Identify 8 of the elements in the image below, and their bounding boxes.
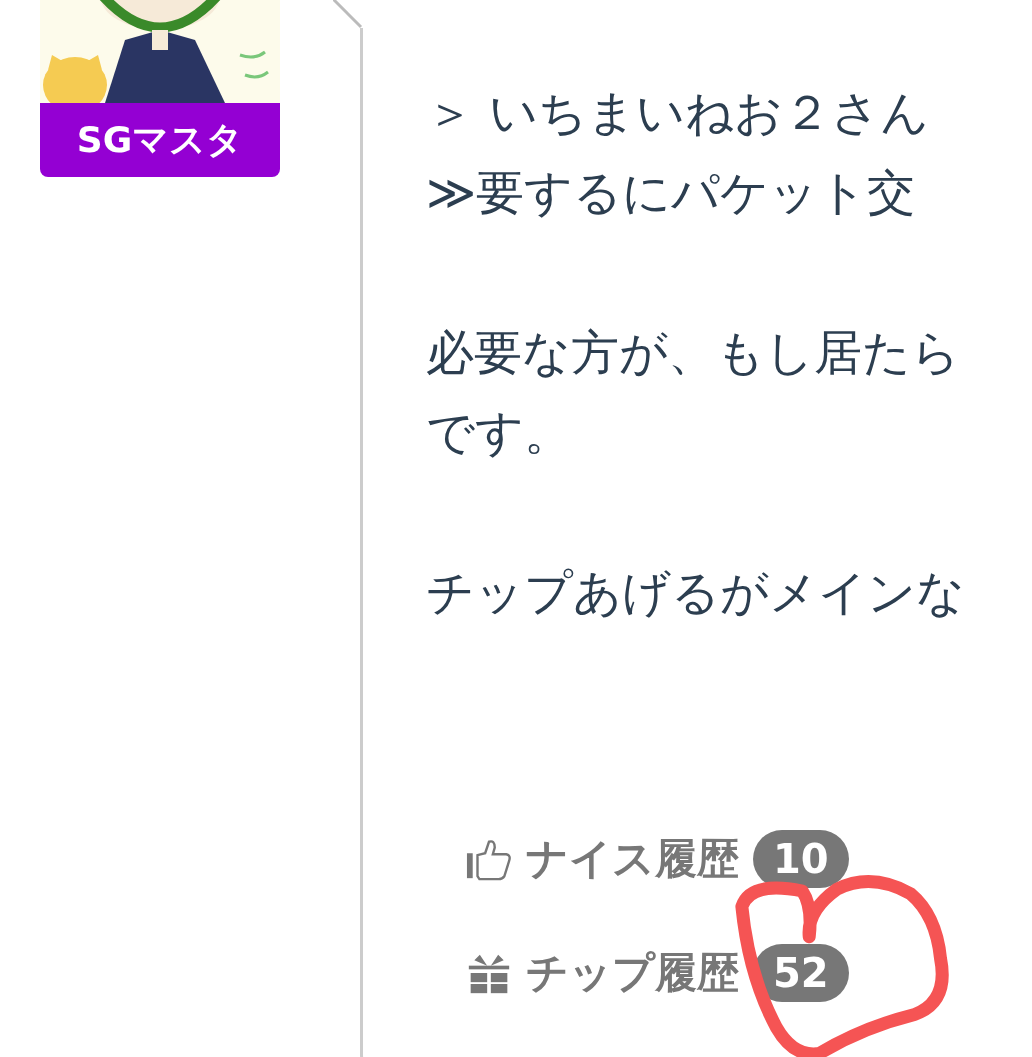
thumbs-up-icon: [466, 837, 512, 881]
history-link[interactable]: ナイス履歴: [526, 831, 739, 887]
rank-badge: SGマスタ: [40, 103, 280, 177]
comment-text: チップあげるがメインな: [426, 563, 966, 622]
history-link[interactable]: チップ履歴: [526, 945, 739, 1001]
comment-text: 必要な方が、もし居たら です。: [426, 323, 961, 462]
count-badge: 10: [753, 830, 849, 888]
comment-text: ＞ いちまいねお２さん ≫要するにパケット交: [426, 83, 931, 222]
